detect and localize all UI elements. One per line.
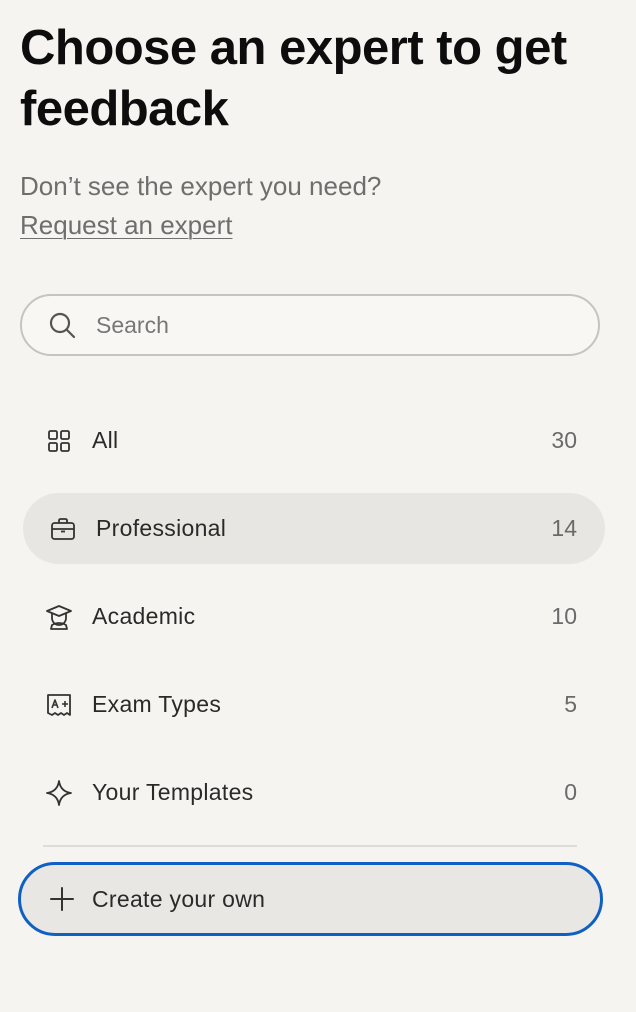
search-input[interactable] xyxy=(96,311,536,339)
category-exam-types[interactable]: Exam Types 5 xyxy=(23,669,605,740)
category-your-templates[interactable]: Your Templates 0 xyxy=(23,757,605,828)
page-title: Choose an expert to get feedback xyxy=(20,21,567,136)
grid-icon xyxy=(45,427,73,455)
category-label: Academic xyxy=(92,603,196,629)
plus-icon xyxy=(48,885,76,913)
sparkle-icon xyxy=(45,779,73,807)
category-label: Your Templates xyxy=(92,779,254,805)
category-label: All xyxy=(92,427,119,453)
category-count: 10 xyxy=(551,603,577,629)
search-icon xyxy=(48,311,76,339)
category-all[interactable]: All 30 xyxy=(23,405,605,476)
category-academic[interactable]: Academic 10 xyxy=(23,581,605,652)
request-expert-link[interactable]: Request an expert xyxy=(20,209,232,241)
create-your-own-label: Create your own xyxy=(92,885,266,912)
exam-grade-icon xyxy=(45,691,73,719)
category-professional[interactable]: Professional 14 xyxy=(23,493,605,564)
subtitle: Don’t see the expert you need? xyxy=(20,171,382,201)
category-count: 0 xyxy=(564,779,577,805)
category-count: 14 xyxy=(551,515,577,541)
category-count: 30 xyxy=(551,427,577,453)
briefcase-icon xyxy=(49,515,77,543)
category-label: Exam Types xyxy=(92,691,222,717)
graduate-icon xyxy=(45,603,73,631)
category-count: 5 xyxy=(564,691,577,717)
category-label: Professional xyxy=(96,515,227,541)
divider xyxy=(43,845,577,847)
search-box[interactable] xyxy=(20,294,600,356)
expert-picker-panel: Choose an expert to get feedback Don’t s… xyxy=(0,0,636,1012)
create-your-own-button[interactable]: Create your own xyxy=(18,862,603,936)
